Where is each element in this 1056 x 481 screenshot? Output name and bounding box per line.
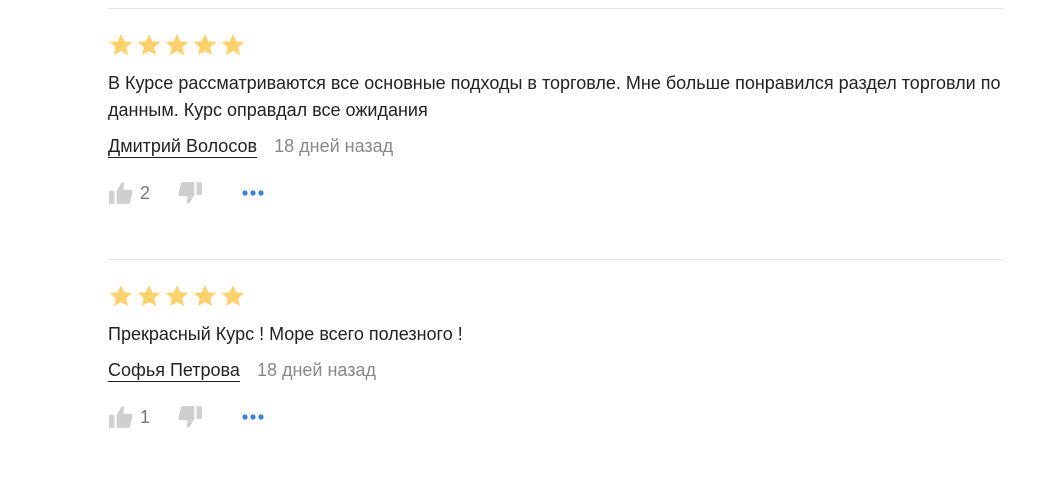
dislike-button[interactable] [177,180,203,206]
star-icon [137,284,161,307]
author-link[interactable]: Дмитрий Волосов [108,136,258,158]
review-card: Прекрасный Курс ! Море всего полезного !… [108,283,1008,432]
rating-stars [108,283,1008,309]
star-icon [193,33,217,56]
thumbs-down-icon [178,182,202,204]
like-count: 1 [140,406,151,427]
star-icon [165,33,189,56]
review-card: В Курсе рассматриваются все основные под… [108,32,1008,208]
review-actions: 1 [108,402,1008,432]
star-icon [109,33,133,56]
more-dots-icon [242,414,264,420]
more-options-button[interactable] [242,404,264,430]
review-date: 18 дней назад [274,136,394,156]
review-meta: Дмитрий Волосов 18 дней назад [108,136,1008,158]
rating-stars [108,32,1008,58]
divider [108,8,1003,9]
thumbs-down-icon [178,406,202,428]
more-dots-icon [242,190,264,196]
star-icon [165,284,189,307]
divider [108,259,1003,260]
like-button[interactable]: 2 [108,180,150,206]
like-button[interactable]: 1 [108,404,150,430]
star-icon [137,33,161,56]
star-icon [221,284,245,307]
review-meta: Софья Петрова 18 дней назад [108,360,1008,382]
review-text: В Курсе рассматриваются все основные под… [108,73,1001,120]
like-count: 2 [140,182,151,203]
star-icon [221,33,245,56]
review-date: 18 дней назад [256,360,376,380]
review-actions: 2 [108,178,1008,208]
star-icon [109,284,133,307]
review-text: Прекрасный Курс ! Море всего полезного ! [108,324,463,344]
author-link[interactable]: Софья Петрова [108,360,240,382]
dislike-button[interactable] [177,404,203,430]
reviews-section: В Курсе рассматриваются все основные под… [0,0,1056,481]
thumbs-up-icon [109,406,133,428]
more-options-button[interactable] [242,180,264,206]
star-icon [193,284,217,307]
thumbs-up-icon [109,182,133,204]
